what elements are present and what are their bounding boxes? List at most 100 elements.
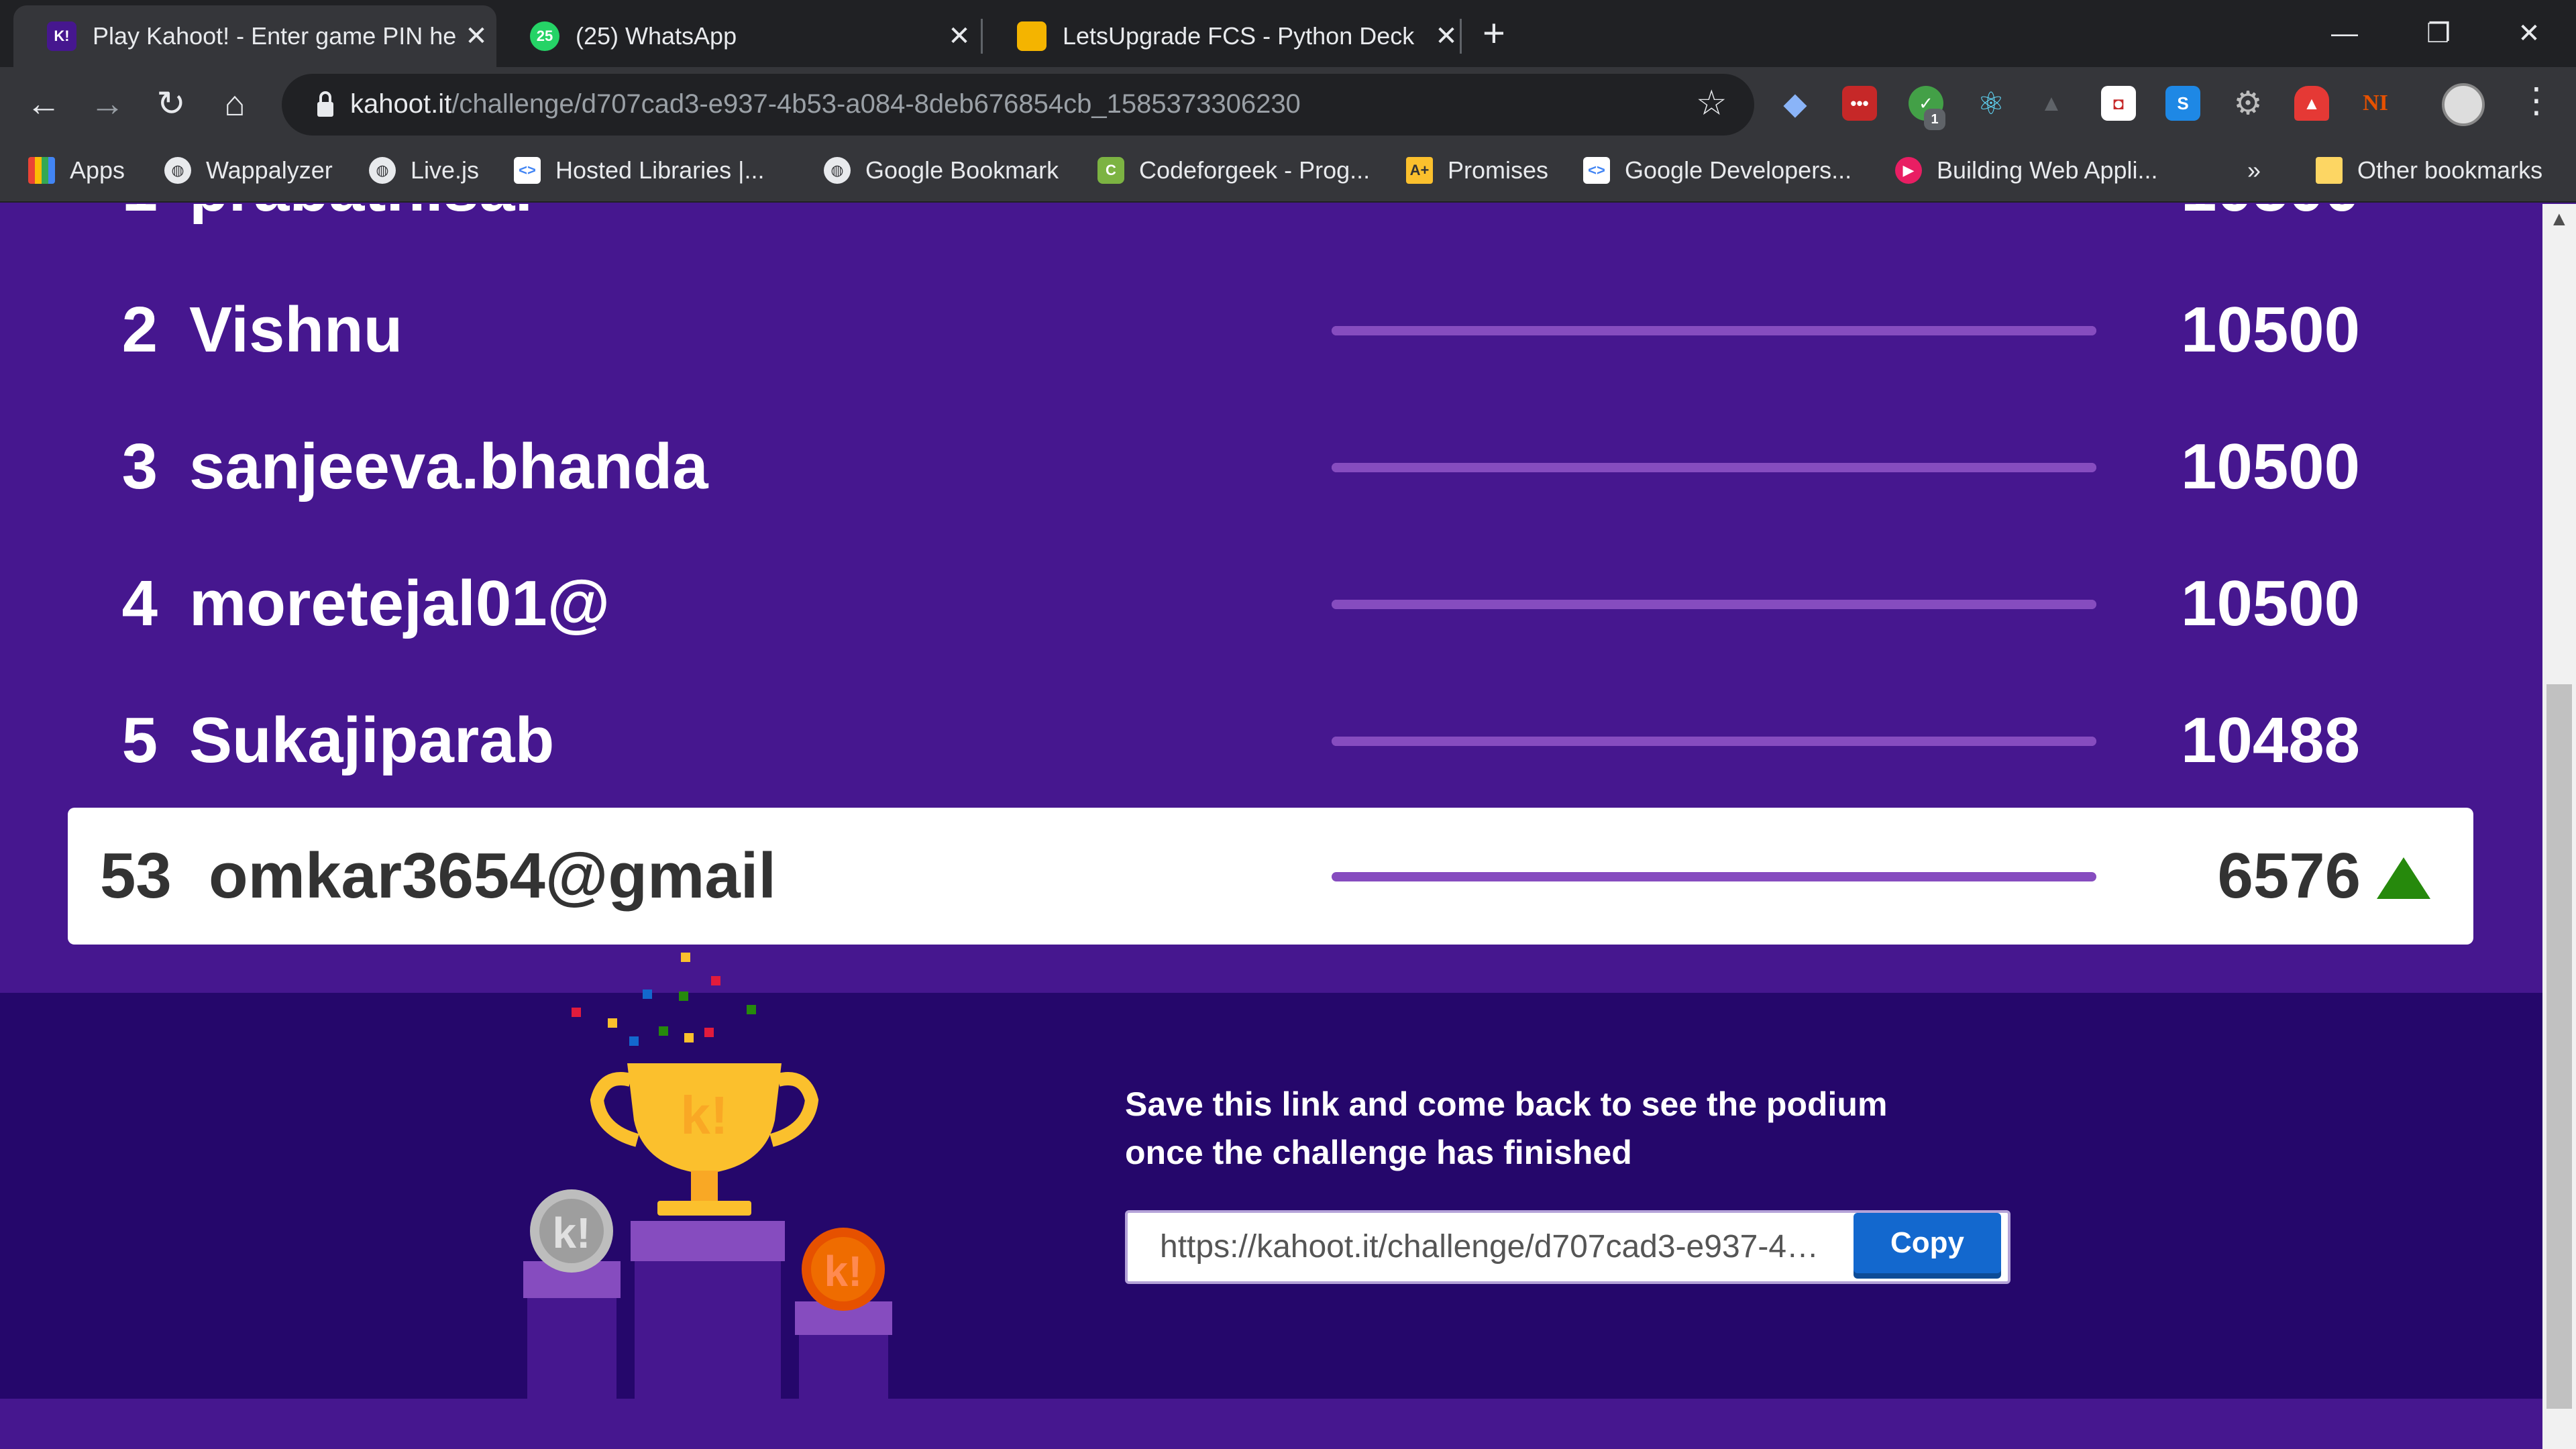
bookmarks-overflow-icon[interactable]: » <box>2247 152 2261 189</box>
nickname: Sukajiparab <box>189 704 555 776</box>
trophy-icon: k! <box>590 1063 819 1216</box>
podium-illustration: k! k! k! <box>523 953 892 1402</box>
trend-up-icon <box>2377 857 2430 899</box>
message-line: once the challenge has finished <box>1125 1134 1632 1171</box>
nickname: moretejal01@ <box>189 568 610 639</box>
url-host: kahoot.it <box>350 89 452 119</box>
silver-medal-icon: k! <box>530 1189 613 1273</box>
leaderboard-row: 2 Vishnu 10500 <box>0 263 2542 397</box>
rank: 1 <box>122 204 158 256</box>
ni-extension-icon[interactable]: NI <box>2358 86 2393 121</box>
save-link-message: Save this link and come back to see the … <box>1125 1080 2064 1177</box>
bookmark-label: Google Bookmark <box>865 156 1059 184</box>
pocket-extension-icon[interactable]: ◘ <box>2101 86 2136 121</box>
my-leaderboard-row: 53 omkar3654@gmail 6576 <box>68 808 2473 945</box>
leaderboard-row: 5 Sukajiparab 10488 <box>0 674 2542 808</box>
bookmark-livejs[interactable]: ◍ Live.js <box>369 152 479 189</box>
bookmark-building-web-apps[interactable]: ▶ Building Web Appli... <box>1895 152 2158 189</box>
nickname: prabath.sai <box>189 204 533 256</box>
svg-text:k!: k! <box>680 1085 728 1145</box>
score-bar <box>1332 737 2096 746</box>
forward-icon[interactable]: → <box>84 80 131 127</box>
aplus-icon: A+ <box>1406 157 1433 184</box>
bookmark-codeforgeek[interactable]: C Codeforgeek - Prog... <box>1097 152 1370 189</box>
apps-grid-icon <box>28 157 55 184</box>
url-text[interactable]: kahoot.it/challenge/d707cad3-e937-4b53-a… <box>350 87 1301 121</box>
back-icon[interactable]: ← <box>20 80 67 127</box>
bookmark-apps[interactable]: Apps <box>28 152 125 189</box>
url-path: /challenge/d707cad3-e937-4b53-a084-8deb6… <box>451 89 1301 119</box>
challenge-link-field[interactable]: https://kahoot.it/challenge/d707cad3-e93… <box>1160 1213 1831 1281</box>
bookmark-label: Building Web Appli... <box>1937 156 2158 184</box>
close-icon[interactable]: ✕ <box>456 21 496 52</box>
profile-avatar[interactable] <box>2442 83 2485 126</box>
score: 10500 <box>2181 431 2360 502</box>
s-extension-icon[interactable]: S <box>2165 86 2200 121</box>
bookmark-label: Other bookmarks <box>2357 156 2543 184</box>
rank: 2 <box>121 294 158 366</box>
bookmark-label: Hosted Libraries |... <box>555 156 765 184</box>
other-bookmarks[interactable]: Other bookmarks <box>2316 152 2542 189</box>
window-close-icon[interactable]: ✕ <box>2499 7 2559 60</box>
triangle-extension-icon[interactable]: ▲ <box>2034 86 2069 121</box>
browser-window: K! Play Kahoot! - Enter game PIN here ✕ … <box>0 0 2576 1449</box>
bookmark-hosted-libraries[interactable]: <> Hosted Libraries |... <box>514 152 764 189</box>
whatsapp-icon: 25 <box>530 21 559 51</box>
page-footer-band <box>0 1399 2542 1449</box>
score: 10500 <box>2181 568 2360 639</box>
score: 10500 <box>2181 294 2360 366</box>
tab-title: (25) WhatsApp <box>576 22 737 50</box>
score-bar <box>1332 600 2096 609</box>
svg-text:k!: k! <box>824 1247 863 1295</box>
bookmark-google-developers[interactable]: <> Google Developers... <box>1583 152 1851 189</box>
folder-icon <box>2316 157 2343 184</box>
slides-icon <box>1017 21 1046 51</box>
globe-icon: ◍ <box>824 157 851 184</box>
minimize-icon[interactable]: — <box>2314 7 2375 60</box>
tab-divider <box>981 19 983 54</box>
leaderboard-row: 1 prabath.sai 10500 <box>0 204 2542 256</box>
new-tab-icon[interactable]: + <box>1483 12 1505 55</box>
lock-icon <box>317 91 333 117</box>
dots-extension-icon[interactable]: ••• <box>1842 86 1877 121</box>
scroll-up-arrow-icon[interactable]: ▲ <box>2549 208 2569 231</box>
bookmark-google-bookmark[interactable]: ◍ Google Bookmark <box>824 152 1059 189</box>
more-menu-icon[interactable]: ⋮ <box>2519 80 2554 121</box>
tab-whatsapp[interactable]: 25 (25) WhatsApp ✕ <box>496 5 979 67</box>
reload-icon[interactable]: ↻ <box>148 80 195 127</box>
bookmark-star-icon[interactable]: ☆ <box>1696 83 1727 123</box>
tab-title: LetsUpgrade FCS - Python Deck <box>1063 22 1415 50</box>
close-icon[interactable]: ✕ <box>939 21 979 52</box>
svg-text:k!: k! <box>553 1209 591 1257</box>
score: 10500 <box>2181 204 2360 256</box>
bookmark-wappalyzer[interactable]: ◍ Wappalyzer <box>164 152 333 189</box>
bookmark-label: Wappalyzer <box>206 156 333 184</box>
bookmark-promises[interactable]: A+ Promises <box>1406 152 1548 189</box>
play-icon: ▶ <box>1895 157 1922 184</box>
copy-button[interactable]: Copy <box>1854 1213 2001 1273</box>
gear-extension-icon[interactable]: ⚙ <box>2231 86 2265 121</box>
nickname: Vishnu <box>189 294 403 366</box>
bookmark-label: Promises <box>1448 156 1549 184</box>
tab-kahoot[interactable]: K! Play Kahoot! - Enter game PIN here ✕ <box>13 5 496 67</box>
kahoot-icon: K! <box>47 21 76 51</box>
score-bar <box>1332 463 2096 472</box>
rank: 4 <box>121 568 158 639</box>
tab-divider <box>1460 19 1462 54</box>
leaderboard-row: 3 sanjeeva.bhanda 10500 <box>0 400 2542 534</box>
restore-icon[interactable]: ❐ <box>2408 7 2469 60</box>
rank: 5 <box>121 704 158 776</box>
globe-icon: ◍ <box>369 157 396 184</box>
scrollbar-thumb[interactable] <box>2546 684 2572 1409</box>
codeforgeek-icon: C <box>1097 157 1124 184</box>
score: 10488 <box>2181 704 2360 776</box>
rocket-extension-icon[interactable]: ▲ <box>2294 86 2329 121</box>
score-bar <box>1332 326 2096 335</box>
tab-letsupgrade[interactable]: LetsUpgrade FCS - Python Deck ✕ <box>983 5 1466 67</box>
confetti <box>572 953 756 1046</box>
home-icon[interactable]: ⌂ <box>211 80 258 127</box>
message-line: Save this link and come back to see the … <box>1125 1085 1888 1123</box>
diamond-extension-icon[interactable]: ◆ <box>1778 86 1813 121</box>
tab-title: Play Kahoot! - Enter game PIN here <box>93 22 456 50</box>
react-devtools-icon[interactable]: ⚛ <box>1974 86 2008 121</box>
